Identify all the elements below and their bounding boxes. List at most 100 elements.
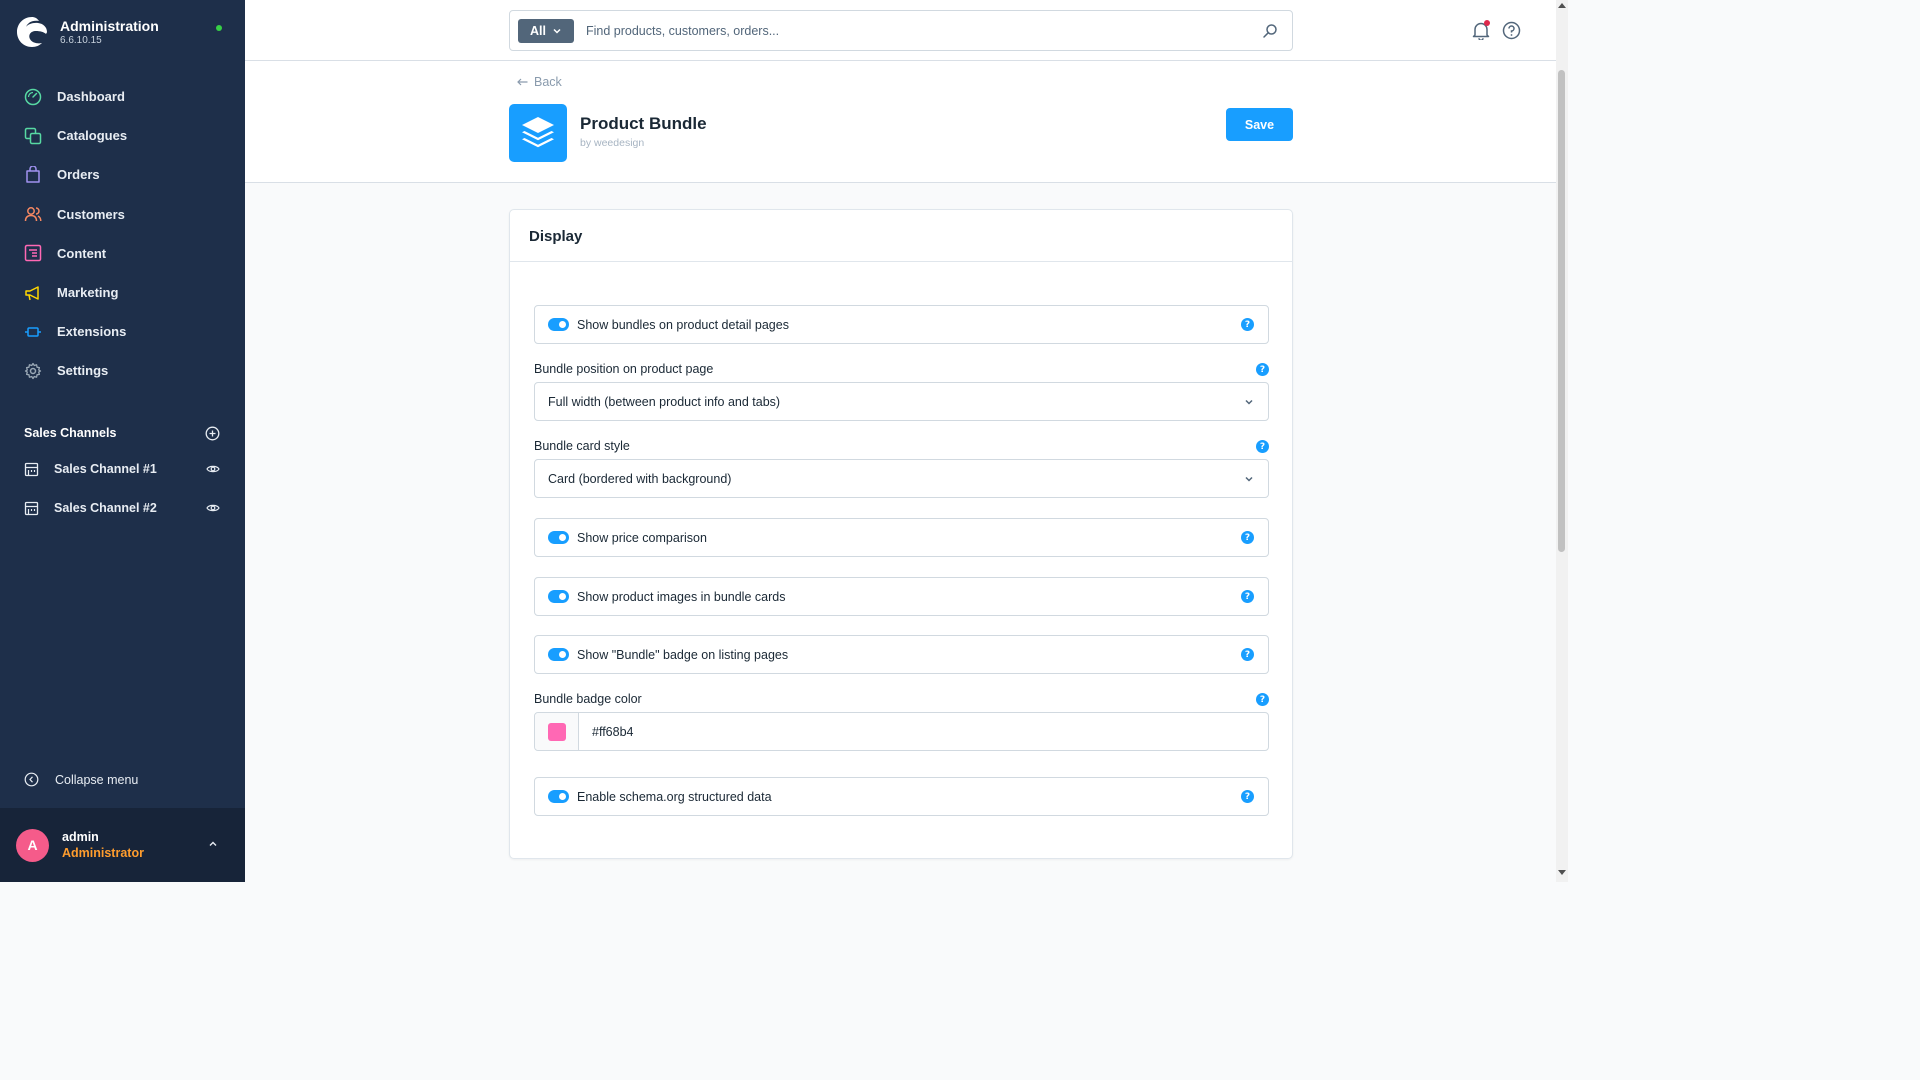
bundle-card-style-select[interactable]: Card (bordered with background) bbox=[534, 459, 1269, 498]
bundle-position-value: Full width (between product info and tab… bbox=[548, 394, 781, 409]
sidebar-item-orders[interactable]: Orders bbox=[0, 155, 245, 194]
save-button[interactable]: Save bbox=[1226, 108, 1293, 141]
eye-icon[interactable] bbox=[206, 464, 220, 474]
sidebar-sales-channel-1[interactable]: Sales Channel #1 bbox=[24, 459, 220, 479]
chevron-down-icon bbox=[1245, 476, 1253, 482]
settings-icon bbox=[24, 362, 42, 380]
show-price-comparison-field: Show price comparison ? bbox=[534, 518, 1269, 557]
show-bundles-label: Show bundles on product detail pages bbox=[577, 317, 789, 332]
sidebar-item-extensions[interactable]: Extensions bbox=[0, 312, 245, 351]
card-title: Display bbox=[529, 228, 583, 245]
help-icon[interactable]: ? bbox=[1241, 318, 1254, 331]
sidebar-item-marketing[interactable]: Marketing bbox=[0, 273, 245, 312]
show-price-comparison-toggle[interactable] bbox=[548, 531, 569, 544]
sidebar-item-label: Dashboard bbox=[57, 89, 125, 105]
show-bundles-field: Show bundles on product detail pages ? bbox=[534, 305, 1269, 344]
help-icon[interactable]: ? bbox=[1256, 440, 1269, 453]
online-status-icon bbox=[216, 25, 222, 31]
bundle-card-style-value: Card (bordered with background) bbox=[548, 471, 732, 486]
eye-icon[interactable] bbox=[206, 503, 220, 513]
sidebar-item-label: Extensions bbox=[57, 324, 127, 340]
plugin-title: Product Bundle bbox=[580, 114, 707, 133]
show-bundles-toggle[interactable] bbox=[548, 318, 569, 331]
user-menu[interactable]: A admin Administrator bbox=[0, 808, 245, 882]
scrollbar-thumb[interactable] bbox=[1558, 70, 1565, 552]
show-product-images-toggle[interactable] bbox=[548, 590, 569, 603]
brand[interactable]: Administration 6.6.10.15 bbox=[16, 16, 159, 48]
help-icon[interactable]: ? bbox=[1256, 693, 1269, 706]
card-divider bbox=[510, 261, 1292, 262]
bundle-position-select[interactable]: Full width (between product info and tab… bbox=[534, 382, 1269, 421]
help-icon[interactable]: ? bbox=[1241, 648, 1254, 661]
app-title: Administration bbox=[60, 18, 159, 34]
chevron-down-icon bbox=[1245, 399, 1253, 405]
search-icon[interactable] bbox=[1262, 23, 1278, 39]
chevron-up-icon[interactable] bbox=[207, 838, 219, 850]
schema-org-label: Enable schema.org structured data bbox=[577, 789, 772, 804]
help-icon[interactable]: ? bbox=[1241, 531, 1254, 544]
user-role: Administrator bbox=[62, 846, 144, 860]
sales-channels-header: Sales Channels bbox=[24, 424, 220, 442]
display-settings-card: Display Show bundles on product detail p… bbox=[509, 209, 1293, 859]
plugin-icon bbox=[509, 104, 567, 162]
global-search: All bbox=[509, 10, 1293, 51]
sidebar-item-catalogues[interactable]: Catalogues bbox=[0, 116, 245, 155]
color-swatch bbox=[547, 722, 566, 741]
back-link[interactable]: Back bbox=[517, 75, 562, 89]
main-nav: Dashboard Catalogues Orders Customers Co… bbox=[0, 77, 245, 391]
search-input[interactable] bbox=[586, 23, 1262, 38]
sales-channels-title: Sales Channels bbox=[24, 426, 117, 440]
catalogues-icon bbox=[24, 127, 42, 145]
back-label: Back bbox=[534, 75, 562, 89]
bundle-card-style-label: Bundle card style bbox=[534, 439, 630, 453]
color-picker-trigger[interactable] bbox=[535, 713, 579, 750]
add-sales-channel-icon[interactable] bbox=[205, 426, 220, 441]
scroll-up-icon[interactable] bbox=[1558, 2, 1566, 8]
show-badge-label: Show "Bundle" badge on listing pages bbox=[577, 647, 789, 662]
top-bar: All bbox=[245, 0, 1556, 61]
badge-color-label: Bundle badge color bbox=[534, 692, 642, 706]
sales-channel-label: Sales Channel #1 bbox=[54, 462, 157, 476]
sidebar-item-customers[interactable]: Customers bbox=[0, 195, 245, 234]
collapse-menu-button[interactable]: Collapse menu bbox=[24, 772, 138, 787]
stacked-layers-icon bbox=[522, 117, 554, 148]
sidebar-sales-channel-2[interactable]: Sales Channel #2 bbox=[24, 498, 220, 518]
badge-color-input[interactable] bbox=[592, 724, 753, 739]
dashboard-icon bbox=[24, 88, 42, 106]
search-type-label: All bbox=[530, 23, 546, 38]
help-icon[interactable]: ? bbox=[1241, 590, 1254, 603]
extensions-icon bbox=[24, 323, 42, 341]
scroll-down-icon[interactable] bbox=[1558, 870, 1566, 876]
notification-badge bbox=[1484, 20, 1490, 26]
plugin-vendor: by weedesign bbox=[580, 137, 645, 149]
user-name: admin bbox=[62, 830, 99, 844]
sidebar-item-settings[interactable]: Settings bbox=[0, 351, 245, 390]
chevron-down-icon bbox=[553, 28, 561, 34]
search-type-select[interactable]: All bbox=[518, 18, 574, 43]
sidebar-item-label: Content bbox=[57, 245, 107, 261]
schema-org-toggle[interactable] bbox=[548, 790, 569, 803]
sidebar-item-label: Catalogues bbox=[57, 128, 128, 144]
storefront-icon bbox=[24, 462, 39, 476]
arrow-left-icon bbox=[517, 78, 528, 86]
schema-org-field: Enable schema.org structured data ? bbox=[534, 777, 1269, 816]
show-badge-field: Show "Bundle" badge on listing pages ? bbox=[534, 635, 1269, 674]
help-icon[interactable]: ? bbox=[1256, 363, 1269, 376]
sidebar-item-label: Marketing bbox=[57, 285, 119, 301]
collapse-left-icon bbox=[24, 772, 39, 787]
help-icon[interactable]: ? bbox=[1241, 790, 1254, 803]
page-header: Back Product Bundle by weedesign Save bbox=[245, 61, 1556, 183]
show-badge-toggle[interactable] bbox=[548, 648, 569, 661]
page-scrollbar[interactable] bbox=[1556, 0, 1568, 882]
avatar: A bbox=[16, 828, 49, 862]
show-price-comparison-label: Show price comparison bbox=[577, 530, 707, 545]
marketing-icon bbox=[24, 284, 42, 302]
content-icon bbox=[24, 244, 42, 262]
sales-channel-label: Sales Channel #2 bbox=[54, 501, 157, 515]
orders-icon bbox=[24, 165, 42, 184]
sidebar-item-dashboard[interactable]: Dashboard bbox=[0, 77, 245, 116]
show-product-images-field: Show product images in bundle cards ? bbox=[534, 577, 1269, 616]
help-icon[interactable] bbox=[1502, 21, 1521, 40]
storefront-icon bbox=[24, 501, 39, 515]
sidebar-item-content[interactable]: Content bbox=[0, 234, 245, 273]
